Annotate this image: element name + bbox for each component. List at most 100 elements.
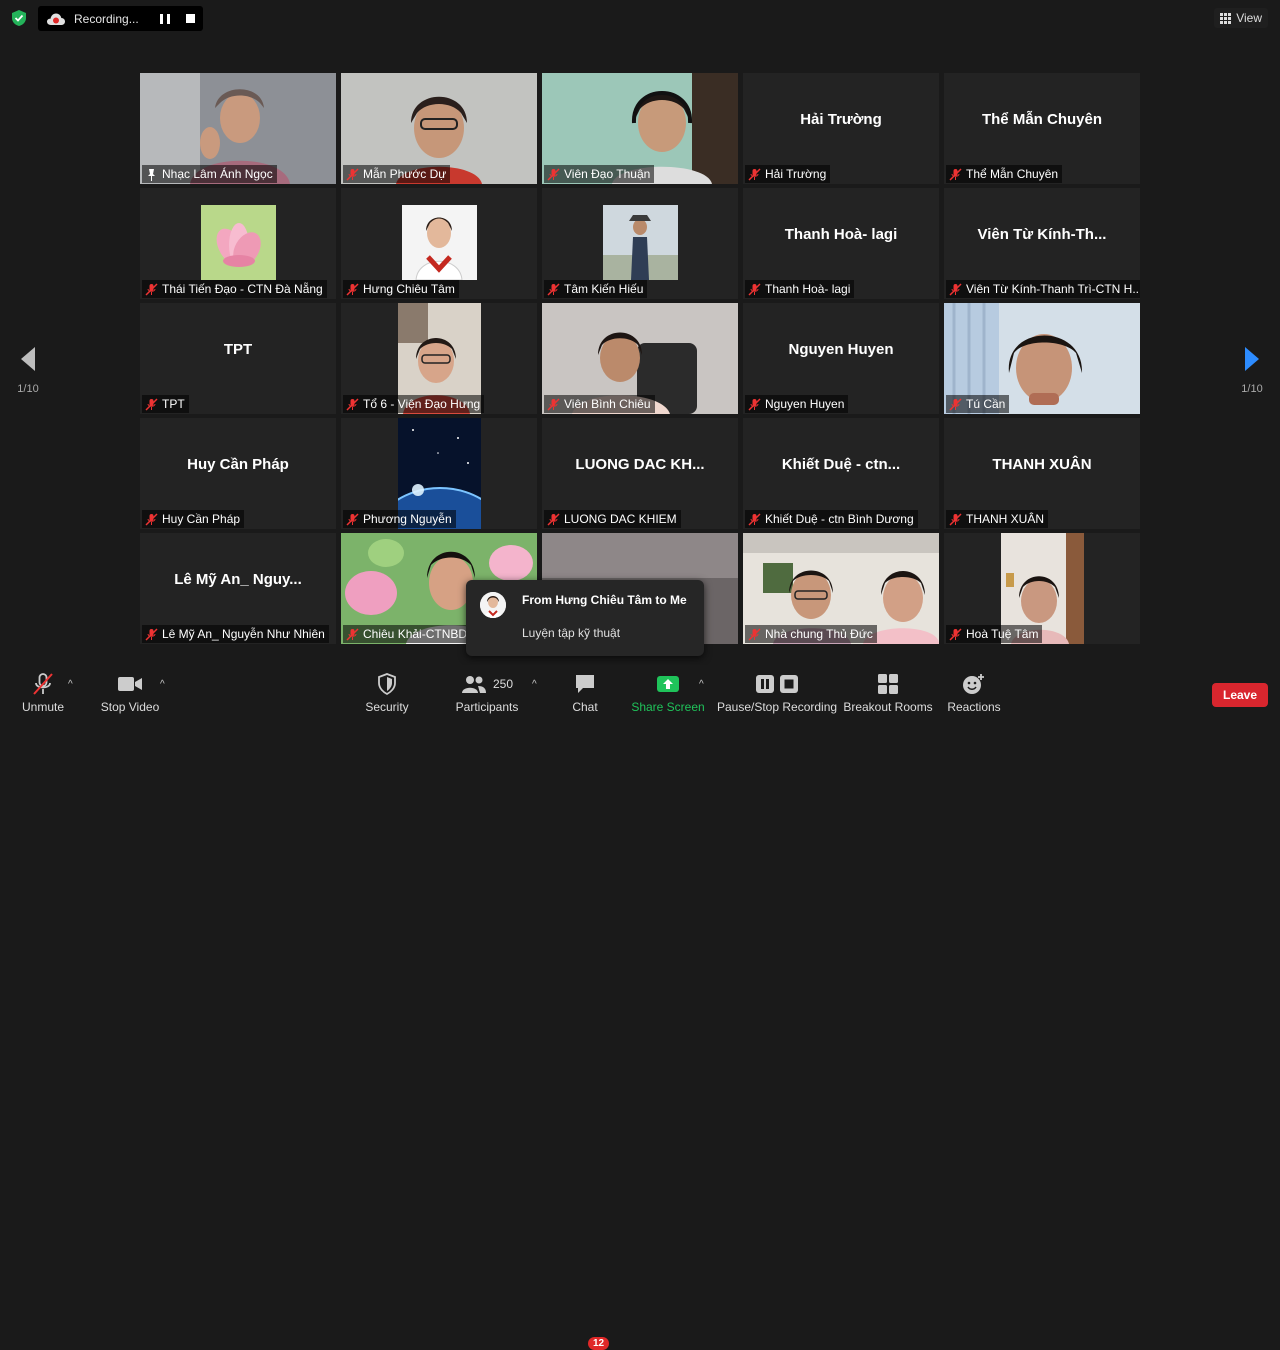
meeting-toolbar: Unmute ^ Stop Video ^ Security 250 Parti… <box>0 665 1280 1350</box>
share-options-caret-icon[interactable]: ^ <box>699 679 704 690</box>
leave-button[interactable]: Leave <box>1212 683 1268 707</box>
participant-label: TPT <box>142 395 189 413</box>
audio-options-caret-icon[interactable]: ^ <box>68 679 73 690</box>
stop-recording-button[interactable] <box>186 14 195 23</box>
chat-notification-title: From Hưng Chiêu Tâm to Me <box>522 593 687 607</box>
muted-mic-icon <box>145 282 158 296</box>
participant-display-name <box>944 303 1140 396</box>
muted-mic-icon <box>547 282 560 296</box>
muted-mic-icon <box>949 282 962 296</box>
participant-tile[interactable]: Hải Trường Hải Trường <box>743 73 939 184</box>
participant-display-name: THANH XUÂN <box>992 456 1092 473</box>
participant-tile[interactable]: THANH XUÂN THANH XUÂN <box>944 418 1140 529</box>
muted-mic-icon <box>949 512 962 526</box>
participant-label: Lê Mỹ An_ Nguyễn Như Nhiên <box>142 625 329 643</box>
participant-label: Huy Cần Pháp <box>142 510 245 528</box>
breakout-rooms-icon <box>877 672 899 696</box>
previous-page-button[interactable]: 1/10 <box>16 346 40 395</box>
participant-label: Mẫn Phước Dự <box>343 165 451 183</box>
participant-display-name <box>743 533 939 626</box>
video-options-caret-icon[interactable]: ^ <box>160 679 165 690</box>
participant-tile[interactable]: Thể Mẫn Chuyên Thể Mẫn Chuyên <box>944 73 1140 184</box>
unmute-button[interactable]: Unmute <box>18 665 68 720</box>
next-page-button[interactable]: 1/10 <box>1240 346 1264 395</box>
participant-tile[interactable]: Phương Nguyễn <box>341 418 537 529</box>
participant-display-name <box>542 73 738 166</box>
security-shield-icon[interactable] <box>10 9 28 27</box>
participant-label: Nhạc Lâm Ánh Ngọc <box>142 165 277 183</box>
muted-mic-icon <box>949 627 962 641</box>
participant-tile[interactable]: Hưng Chiêu Tâm <box>341 188 537 299</box>
recording-label: Recording... <box>74 11 139 26</box>
muted-mic-icon <box>547 397 560 411</box>
participant-tile[interactable]: Lê Mỹ An_ Nguy... Lê Mỹ An_ Nguyễn Như N… <box>140 533 336 644</box>
participant-display-name: Viên Từ Kính-Th... <box>977 226 1107 243</box>
participant-label: Tâm Kiến Hiếu <box>544 280 648 298</box>
participant-tile[interactable]: Nhạc Lâm Ánh Ngọc <box>140 73 336 184</box>
participant-label: Viên Bình Chiêu <box>544 395 655 413</box>
pause-stop-recording-button[interactable]: Pause/Stop Recording <box>717 665 837 720</box>
participant-display-name <box>542 303 738 396</box>
reactions-button[interactable]: Reactions <box>946 665 1002 720</box>
participant-tile[interactable]: Viên Bình Chiêu <box>542 303 738 414</box>
participant-tile[interactable]: Viên Từ Kính-Th... Viên Từ Kính-Thanh Tr… <box>944 188 1140 299</box>
participant-tile[interactable]: Tú Cần <box>944 303 1140 414</box>
participant-label: Phương Nguyễn <box>343 510 456 528</box>
pause-recording-button[interactable] <box>160 13 170 24</box>
participant-tile[interactable]: Tâm Kiến Hiếu <box>542 188 738 299</box>
participant-tile[interactable]: LUONG DAC KH... LUONG DAC KHIEM <box>542 418 738 529</box>
participant-tile[interactable]: Thái Tiến Đạo - CTN Đà Nẵng <box>140 188 336 299</box>
view-button[interactable]: View <box>1214 8 1268 28</box>
participant-display-name <box>341 303 537 396</box>
chat-label: Chat <box>572 700 598 714</box>
breakout-rooms-button[interactable]: Breakout Rooms <box>843 665 933 720</box>
page-indicator-right: 1/10 <box>1241 383 1263 395</box>
grid-view-icon <box>1220 12 1232 24</box>
muted-mic-icon <box>346 282 359 296</box>
video-camera-icon <box>117 672 143 696</box>
participant-tile[interactable]: Khiết Duệ - ctn... Khiết Duệ - ctn Bình … <box>743 418 939 529</box>
participant-tile[interactable]: Mẫn Phước Dự <box>341 73 537 184</box>
participant-tile[interactable]: Hoà Tuệ Tâm <box>944 533 1140 644</box>
chevron-right-icon <box>1245 347 1259 371</box>
participant-label: Tổ 6 - Viện Đạo Hưng <box>343 395 485 413</box>
breakout-rooms-label: Breakout Rooms <box>843 700 933 714</box>
participant-tile[interactable]: Nguyen Huyen Nguyen Huyen <box>743 303 939 414</box>
participant-display-name <box>140 73 336 166</box>
pin-icon <box>148 168 155 181</box>
participant-label: Viên Đạo Thuận <box>544 165 655 183</box>
participant-tile[interactable]: Thanh Hoà- lagi Thanh Hoà- lagi <box>743 188 939 299</box>
participant-tile[interactable]: Tổ 6 - Viện Đạo Hưng <box>341 303 537 414</box>
participant-label: Chiêu Khải-CTNBD <box>343 625 472 643</box>
avatar <box>480 592 506 618</box>
participant-tile[interactable]: Viên Đạo Thuận <box>542 73 738 184</box>
security-button[interactable]: Security <box>362 665 412 720</box>
stop-video-button[interactable]: Stop Video <box>98 665 162 720</box>
security-label: Security <box>365 700 409 714</box>
participant-display-name: Hải Trường <box>800 111 882 128</box>
muted-mic-icon <box>547 167 560 181</box>
participant-display-name: Khiết Duệ - ctn... <box>781 456 901 473</box>
chat-notification[interactable]: From Hưng Chiêu Tâm to Me Luyện tập kỹ t… <box>466 580 704 656</box>
participant-label: Thể Mẫn Chuyên <box>946 165 1063 183</box>
muted-mic-icon <box>949 167 962 181</box>
muted-mic-icon <box>145 397 158 411</box>
participants-options-caret-icon[interactable]: ^ <box>532 679 537 690</box>
chat-button[interactable]: Chat <box>565 665 605 720</box>
participant-display-name: Nguyen Huyen <box>788 341 894 358</box>
participant-label: Tú Cần <box>946 395 1010 413</box>
muted-mic-icon <box>346 512 359 526</box>
participant-label: Hoà Tuệ Tâm <box>946 625 1043 643</box>
participant-label: LUONG DAC KHIEM <box>544 510 681 528</box>
chat-bubble-icon <box>573 672 597 696</box>
participant-tile[interactable]: TPT TPT <box>140 303 336 414</box>
participant-display-name <box>341 188 537 281</box>
stop-video-label: Stop Video <box>100 700 160 714</box>
share-screen-button[interactable]: Share Screen <box>631 665 705 720</box>
reactions-label: Reactions <box>947 700 1001 714</box>
participant-tile[interactable]: Huy Cần Pháp Huy Cần Pháp <box>140 418 336 529</box>
participants-button[interactable]: 250 Participants <box>452 665 522 720</box>
participant-label: Hưng Chiêu Tâm <box>343 280 459 298</box>
participant-tile[interactable]: Nhà chung Thủ Đức <box>743 533 939 644</box>
participant-display-name <box>140 188 336 281</box>
